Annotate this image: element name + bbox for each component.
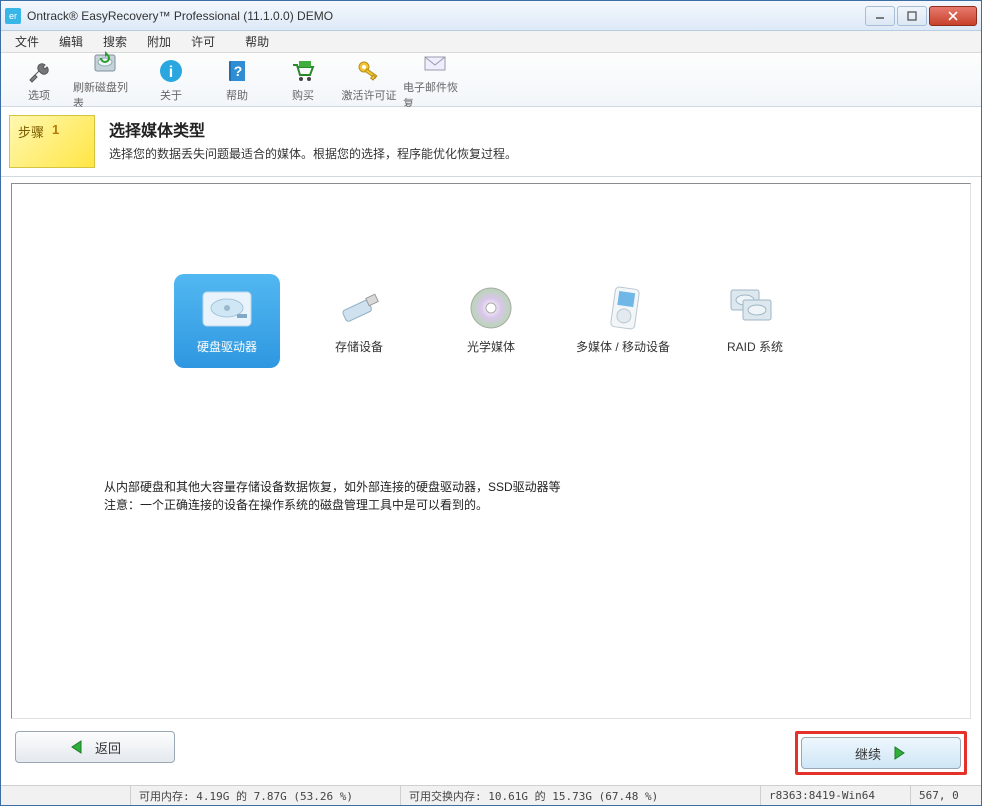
step-title: 选择媒体类型 [109, 117, 971, 141]
menu-help[interactable]: 帮助 [237, 31, 277, 52]
help-book-icon: ? [223, 57, 251, 85]
status-pos: 567, 0 [911, 786, 981, 805]
menu-addon[interactable]: 附加 [139, 31, 179, 52]
tool-buy[interactable]: 购买 [271, 55, 335, 105]
media-optical[interactable]: 光学媒体 [438, 274, 544, 368]
window-title: Ontrack® EasyRecovery™ Professional (11.… [27, 9, 865, 23]
continue-highlight: 继续 [795, 731, 967, 775]
hint-line1: 从内部硬盘和其他大容量存储设备数据恢复，如外部连接的硬盘驱动器，SSD驱动器等 [104, 478, 878, 496]
app-icon: er [5, 8, 21, 24]
media-raid-label: RAID 系统 [727, 340, 783, 356]
tool-help[interactable]: ? 帮助 [205, 55, 269, 105]
arrow-right-icon [891, 745, 907, 761]
step-header: 步骤 1 选择媒体类型 选择您的数据丢失问题最适合的媒体。根据您的选择，程序能优… [1, 107, 981, 177]
media-multimedia-label: 多媒体 / 移动设备 [576, 340, 670, 356]
minimize-icon [875, 11, 885, 21]
back-button[interactable]: 返回 [15, 731, 175, 763]
back-label: 返回 [95, 738, 121, 757]
tool-email-label: 电子邮件恢复 [403, 79, 467, 111]
app-window: er Ontrack® EasyRecovery™ Professional (… [0, 0, 982, 806]
tool-about[interactable]: i 关于 [139, 55, 203, 105]
drive-refresh-icon [91, 49, 119, 77]
svg-text:?: ? [234, 63, 243, 79]
info-icon: i [157, 57, 185, 85]
hint-text: 从内部硬盘和其他大容量存储设备数据恢复，如外部连接的硬盘驱动器，SSD驱动器等 … [22, 478, 960, 514]
hint-line2: 注意：一个正确连接的设备在操作系统的磁盘管理工具中是可以看到的。 [104, 496, 878, 514]
status-build: r8363:8419-Win64 [761, 786, 911, 805]
nav-row: 返回 继续 [1, 723, 981, 785]
status-swap: 可用交换内存: 10.61G 的 15.73G (67.48 %) [401, 786, 761, 805]
media-hdd[interactable]: 硬盘驱动器 [174, 274, 280, 368]
media-multimedia[interactable]: 多媒体 / 移动设备 [570, 274, 676, 368]
menu-edit[interactable]: 编辑 [51, 31, 91, 52]
titlebar: er Ontrack® EasyRecovery™ Professional (… [1, 1, 981, 31]
arrow-left-icon [69, 739, 85, 755]
status-pad [1, 786, 131, 805]
step-badge: 步骤 1 [9, 115, 95, 168]
step-label: 步骤 [18, 122, 44, 141]
tool-about-label: 关于 [160, 87, 182, 103]
maximize-icon [907, 11, 917, 21]
svg-text:i: i [169, 64, 173, 81]
media-type-row: 硬盘驱动器 存储设备 光学媒体 多媒体 / 移动设备 [22, 274, 960, 368]
media-hdd-label: 硬盘驱动器 [197, 340, 257, 356]
tool-options[interactable]: 选项 [7, 55, 71, 105]
menu-file[interactable]: 文件 [7, 31, 47, 52]
maximize-button[interactable] [897, 6, 927, 26]
usb-icon [329, 284, 389, 332]
close-button[interactable] [929, 6, 977, 26]
tool-activate-label: 激活许可证 [342, 87, 397, 103]
minimize-button[interactable] [865, 6, 895, 26]
statusbar: 可用内存: 4.19G 的 7.87G (53.26 %) 可用交换内存: 10… [1, 785, 981, 805]
key-icon [355, 57, 383, 85]
tool-help-label: 帮助 [226, 87, 248, 103]
disc-icon [461, 284, 521, 332]
wrench-icon [25, 57, 53, 85]
step-description: 选择您的数据丢失问题最适合的媒体。根据您的选择，程序能优化恢复过程。 [109, 145, 971, 162]
toolbar: 选项 刷新磁盘列表 i 关于 ? 帮助 购买 [1, 53, 981, 107]
status-memory: 可用内存: 4.19G 的 7.87G (53.26 %) [131, 786, 401, 805]
ipod-icon [593, 284, 653, 332]
media-storage-label: 存储设备 [335, 340, 383, 356]
tool-refresh-label: 刷新磁盘列表 [73, 79, 137, 111]
hdd-icon [197, 284, 257, 332]
cart-icon [289, 57, 317, 85]
raid-icon [725, 284, 785, 332]
tool-email[interactable]: 电子邮件恢复 [403, 55, 467, 105]
continue-label: 继续 [855, 744, 881, 763]
menubar: 文件 编辑 搜索 附加 许可 帮助 [1, 31, 981, 53]
main-panel: 硬盘驱动器 存储设备 光学媒体 多媒体 / 移动设备 [11, 183, 971, 719]
step-number: 1 [52, 122, 59, 137]
window-controls [865, 6, 977, 26]
mail-icon [421, 49, 449, 77]
close-icon [947, 11, 959, 21]
media-raid[interactable]: RAID 系统 [702, 274, 808, 368]
continue-button[interactable]: 继续 [801, 737, 961, 769]
tool-buy-label: 购买 [292, 87, 314, 103]
media-storage[interactable]: 存储设备 [306, 274, 412, 368]
tool-activate[interactable]: 激活许可证 [337, 55, 401, 105]
media-optical-label: 光学媒体 [467, 340, 515, 356]
menu-license[interactable]: 许可 [183, 31, 223, 52]
step-text: 选择媒体类型 选择您的数据丢失问题最适合的媒体。根据您的选择，程序能优化恢复过程… [103, 107, 981, 176]
tool-options-label: 选项 [28, 87, 50, 103]
tool-refresh[interactable]: 刷新磁盘列表 [73, 55, 137, 105]
